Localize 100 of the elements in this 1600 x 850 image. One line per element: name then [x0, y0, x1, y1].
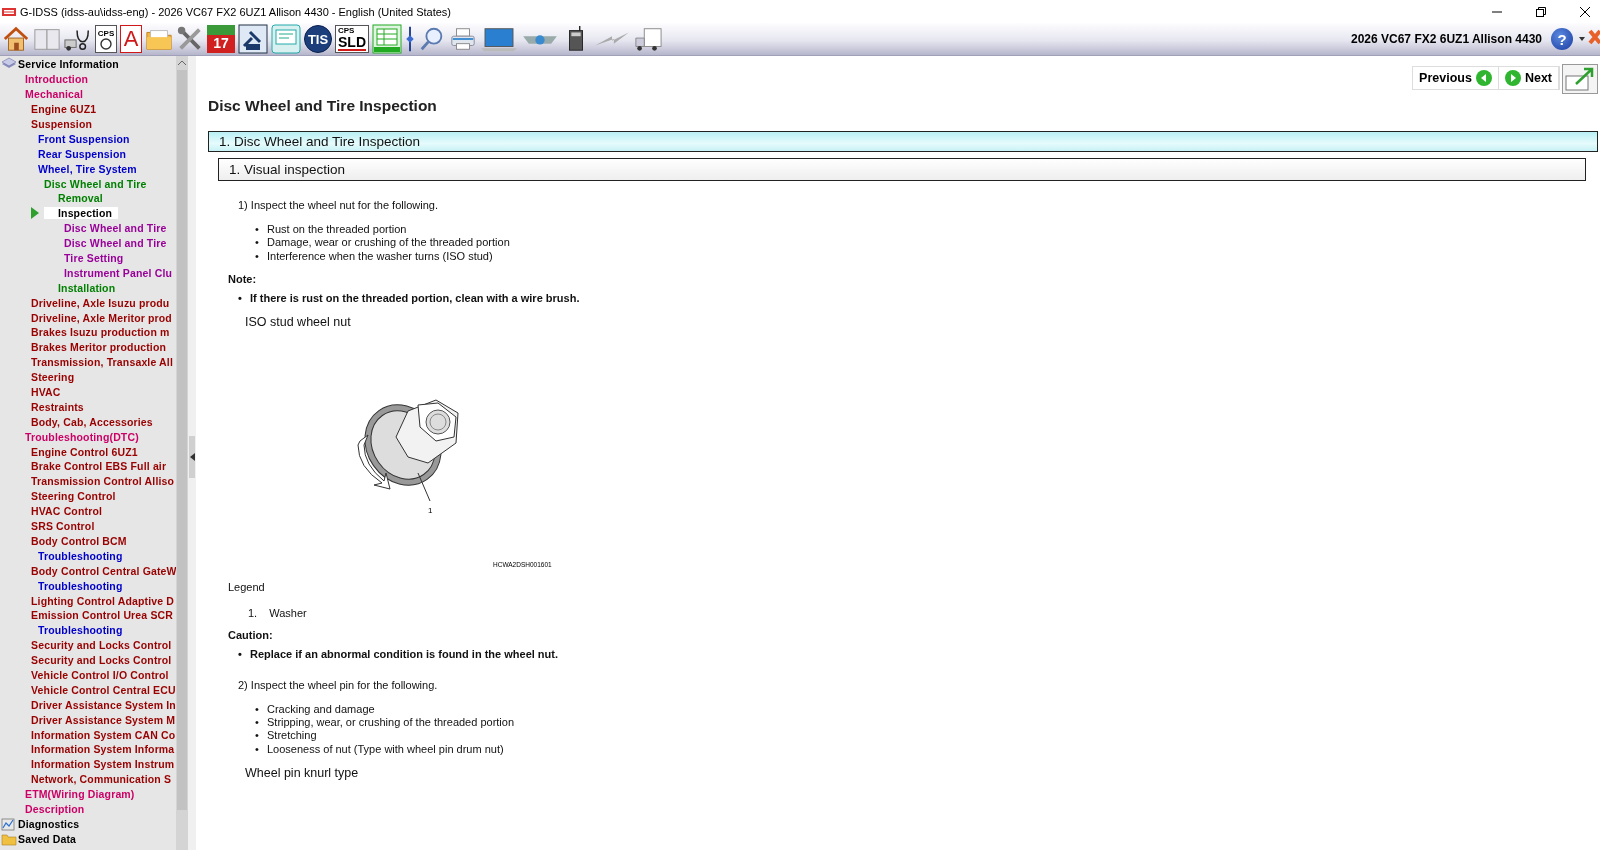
text-tool-button[interactable]: A — [120, 25, 142, 53]
tree-item[interactable]: Steering — [31, 371, 75, 384]
scroll-up-icon[interactable] — [178, 60, 186, 65]
bullet: • — [255, 742, 260, 757]
tree-item[interactable]: Diagnostics — [18, 817, 80, 830]
page-title: Disc Wheel and Tire Inspection — [208, 97, 438, 115]
step-text: 2) Inspect the wheel pin for the following. — [238, 678, 439, 691]
tree-item[interactable]: Disc Wheel and Tire — [64, 222, 167, 235]
tree-item[interactable]: Installation — [58, 281, 116, 294]
tree-item[interactable]: Rear Suspension — [38, 147, 127, 160]
tree-item[interactable]: Emission Control Urea SCR — [31, 609, 174, 622]
tree-item[interactable]: Service Information — [18, 58, 119, 71]
tree-item[interactable]: Security and Locks Control — [31, 639, 172, 652]
printer-icon[interactable] — [449, 25, 477, 53]
tree-item[interactable]: Removal — [58, 192, 103, 205]
tree-item[interactable]: Troubleshooting — [38, 549, 123, 562]
truck-icon[interactable] — [634, 25, 662, 53]
tree-item[interactable]: Suspension — [31, 118, 92, 130]
tree-item[interactable]: Information System CAN Co — [31, 728, 176, 741]
subsection-header: 1. Visual inspection — [218, 158, 1586, 181]
list-item: Stretching — [267, 729, 317, 743]
legend-text: Washer — [269, 606, 307, 619]
bullet: • — [255, 236, 260, 250]
report-icon[interactable] — [238, 24, 268, 54]
split-icon[interactable] — [405, 25, 415, 53]
legend-number: 1. — [248, 606, 258, 619]
tree-item[interactable]: Driver Assistance System In — [31, 698, 176, 711]
tree-item[interactable]: HVAC Control — [31, 505, 102, 518]
tree-item[interactable]: Brakes Meritor production — [31, 341, 167, 354]
window-title: G-IDSS (idss-au\idss-eng) - 2026 VC67 FX2 6UZ1 Allison 4430 - English (United States) — [20, 5, 452, 18]
tree-item[interactable]: Mechanical — [25, 88, 84, 101]
list-item: Cracking and damage — [267, 702, 375, 717]
sld-button[interactable]: CPS SLD — [335, 25, 369, 53]
caret-icon[interactable] — [1579, 37, 1585, 41]
scrollbar[interactable] — [176, 56, 188, 850]
list-item: Stripping, wear, or crushing of the threaded portion — [267, 716, 515, 730]
tree-item[interactable]: SRS Control — [31, 520, 95, 533]
tree-item[interactable]: Troubleshooting(DTC) — [25, 430, 139, 443]
step-text: 1) Inspect the wheel nut for the following. — [238, 199, 439, 211]
restore-icon[interactable] — [1536, 6, 1546, 17]
tree-item[interactable]: Information System Instrum — [31, 758, 175, 771]
tree-item[interactable]: Inspection — [44, 207, 118, 220]
laptop-icon[interactable] — [480, 25, 518, 53]
tree-item[interactable]: Brake Control EBS Full air — [31, 460, 167, 473]
tree-item[interactable]: Lighting Control Adaptive D — [31, 594, 175, 607]
tree-item[interactable]: Transmission, Transaxle All — [31, 356, 173, 369]
tree-item[interactable]: Restraints — [31, 400, 84, 413]
home-icon[interactable] — [2, 25, 30, 53]
list-item: Looseness of nut (Type with wheel pin drum nut) — [267, 742, 504, 757]
tree-item[interactable]: Transmission Control Alliso — [31, 475, 175, 488]
tree-item[interactable]: Engine 6UZ1 — [31, 103, 97, 116]
refresh-icon — [99, 37, 113, 50]
help-button[interactable]: ? — [1551, 28, 1573, 50]
tree-item[interactable]: Description — [25, 802, 85, 815]
tree-item[interactable]: Security and Locks Control — [31, 654, 172, 667]
tis-button[interactable]: TIS — [304, 25, 332, 53]
tree-item[interactable]: Saved Data — [18, 832, 77, 845]
tree-item[interactable]: HVAC — [31, 386, 61, 399]
tree-item[interactable]: Body Control BCM — [31, 534, 127, 547]
tree-item[interactable]: Driveline, Axle Isuzu produ — [31, 296, 170, 309]
tree-item[interactable]: Introduction — [25, 73, 89, 86]
leader-line — [417, 472, 431, 502]
tree-item[interactable]: Disc Wheel and Tire — [44, 177, 147, 190]
tree-item[interactable]: Body Control Central GateW — [31, 564, 176, 577]
tree-item[interactable]: Tire Setting — [64, 252, 124, 264]
figure-caption: ISO stud wheel nut — [245, 314, 352, 329]
tree-item[interactable]: Front Suspension — [38, 132, 130, 145]
tree-item[interactable]: Brakes Isuzu production m — [31, 326, 170, 339]
note-heading: Note: — [228, 272, 258, 285]
list-item: Interference when the washer turns (ISO stud) — [267, 249, 493, 263]
tree-item[interactable]: Disc Wheel and Tire — [64, 237, 167, 250]
list-item: Damage, wear or crushing of the threaded portion — [267, 236, 510, 250]
current-item-icon — [31, 207, 39, 220]
tree-item[interactable]: Wheel, Tire System — [38, 162, 137, 175]
bullet: • — [255, 716, 260, 730]
bullet: • — [255, 223, 260, 237]
calendar-button[interactable]: 17 — [207, 25, 235, 53]
tree-item[interactable]: Network, Communication S — [31, 773, 172, 786]
list-item: If there is rust on the threaded portion, clean with a wire brush. — [250, 290, 580, 305]
tree-item[interactable]: Instrument Panel Clu — [64, 266, 172, 279]
tree-item[interactable]: Vehicle Control Central ECU — [31, 683, 176, 696]
tree-item[interactable]: Body, Cab, Accessories — [31, 415, 153, 428]
tree-item[interactable]: Troubleshooting — [38, 624, 123, 637]
tree-item[interactable]: Steering Control — [31, 490, 116, 503]
popout-icon[interactable] — [1562, 64, 1598, 94]
tree-item[interactable]: ETM(Wiring Diagram) — [25, 788, 135, 801]
tree-item[interactable]: Driveline, Axle Meritor prod — [31, 311, 172, 324]
close-icon[interactable] — [1580, 6, 1590, 17]
tree-item[interactable]: Engine Control 6UZ1 — [31, 445, 138, 458]
bullet: • — [238, 646, 243, 661]
folder-icon — [1, 831, 17, 846]
tree-item[interactable]: Vehicle Control I/O Control — [31, 668, 169, 681]
tree-item[interactable]: Information System Informa — [31, 743, 175, 756]
cps-button[interactable]: CPS — [95, 25, 117, 53]
figure-caption: Wheel pin knurl type — [245, 766, 360, 781]
tree-item[interactable]: Troubleshooting — [38, 579, 123, 592]
legend-heading: Legend — [228, 580, 266, 593]
callout-number: 1 — [428, 505, 433, 515]
tree-item[interactable]: Driver Assistance System M — [31, 713, 176, 726]
list-item: Replace if an abnormal condition is found in the wheel nut. — [250, 646, 559, 661]
